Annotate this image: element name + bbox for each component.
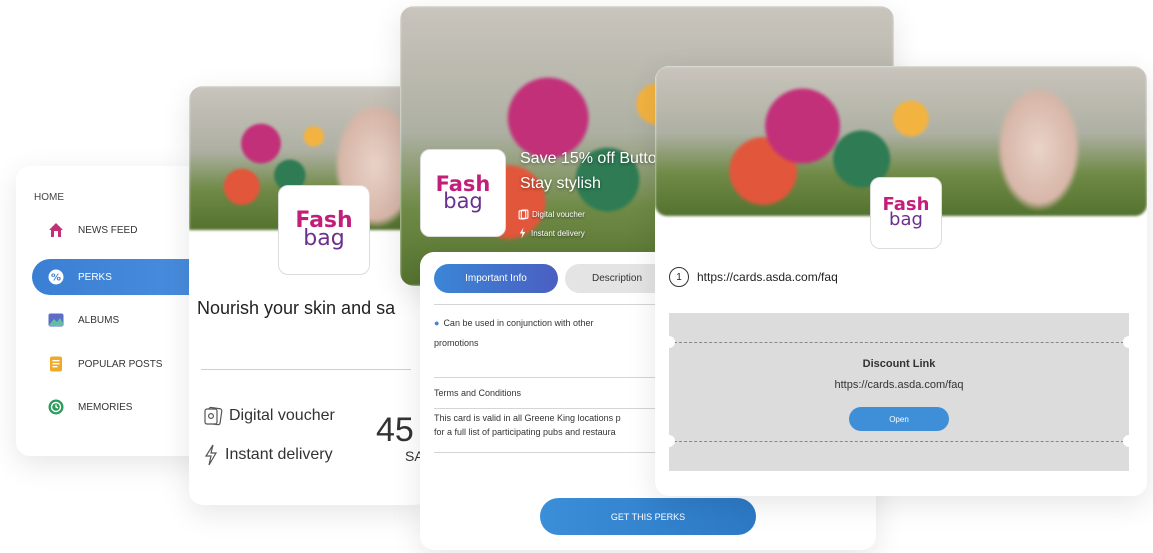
sidebar-menu: HOME NEWS FEED % PERKS ALBUMS POPULAR PO… xyxy=(16,166,206,456)
tab-description[interactable]: Description xyxy=(565,264,669,293)
svg-text:%: % xyxy=(51,273,61,284)
ticket-notch xyxy=(1123,336,1135,348)
info-bullet: ● Can be used in conjunction with other xyxy=(434,318,594,328)
feature-digital-voucher: Digital voucher xyxy=(203,406,335,426)
ticket-notch xyxy=(1123,435,1135,447)
step-url[interactable]: https://cards.asda.com/faq xyxy=(697,270,838,284)
sidebar-item-label: MEMORIES xyxy=(78,401,133,413)
step-link-row: 1 https://cards.asda.com/faq xyxy=(669,267,838,287)
perk-title: Nourish your skin and sa xyxy=(197,298,396,318)
terms-text-line2: for a full list of participating pubs an… xyxy=(434,427,616,437)
home-heading: HOME xyxy=(34,192,64,203)
divider xyxy=(201,369,411,370)
bullet-icon: ● xyxy=(434,318,440,328)
sidebar-item-label: NEWS FEED xyxy=(78,224,138,236)
perk-card-left[interactable]: Fash bag Nourish your skin and sa Digita… xyxy=(189,86,429,505)
sidebar-item-albums[interactable]: ALBUMS xyxy=(32,302,206,338)
info-bullet-continued: promotions xyxy=(434,338,479,348)
get-perks-button[interactable]: GET THIS PERKS xyxy=(540,498,756,535)
voucher-icon xyxy=(518,209,529,220)
tab-important-info[interactable]: Important Info xyxy=(434,264,558,293)
lightning-icon xyxy=(204,444,218,466)
sidebar-item-memories[interactable]: MEMORIES xyxy=(32,389,206,425)
voucher-icon xyxy=(204,406,223,426)
lightning-icon xyxy=(519,227,526,239)
ticket-notch xyxy=(663,336,675,348)
price-value: 45 xyxy=(376,411,414,449)
divider xyxy=(434,304,674,305)
ticket-notch xyxy=(663,435,675,447)
sidebar-item-label: PERKS xyxy=(78,271,112,283)
open-button[interactable]: Open xyxy=(849,407,949,431)
document-icon xyxy=(48,356,64,372)
brand-logo: Fash bag xyxy=(870,177,942,249)
dashed-divider xyxy=(669,441,1129,442)
perk-subheadline: Stay stylish xyxy=(520,175,601,192)
sidebar-item-label: POPULAR POSTS xyxy=(78,358,163,370)
clock-icon xyxy=(48,399,64,415)
home-icon xyxy=(48,222,64,238)
discount-url: https://cards.asda.com/faq xyxy=(834,379,964,391)
feature-instant-delivery: Instant delivery xyxy=(203,444,333,466)
perk-headline: Save 15% off Butto xyxy=(520,150,657,167)
discount-title: Discount Link xyxy=(862,358,936,370)
step-number: 1 xyxy=(669,267,689,287)
sidebar-item-news-feed[interactable]: NEWS FEED xyxy=(32,212,206,248)
divider xyxy=(434,377,674,378)
brand-logo: Fash bag xyxy=(278,185,370,275)
feature-digital-voucher: Digital voucher xyxy=(518,209,585,220)
discount-ticket: Discount Link https://cards.asda.com/faq… xyxy=(663,313,1135,471)
feature-instant-delivery: Instant delivery xyxy=(518,227,585,239)
perk-redeem-card: Fash bag 1 https://cards.asda.com/faq Di… xyxy=(655,66,1147,496)
sidebar-item-label: ALBUMS xyxy=(78,314,120,326)
brand-logo: Fash bag xyxy=(420,149,506,237)
sidebar-item-perks[interactable]: % PERKS xyxy=(32,259,206,295)
divider xyxy=(434,452,674,453)
percent-icon: % xyxy=(48,269,64,285)
terms-title: Terms and Conditions xyxy=(434,388,522,398)
image-icon xyxy=(48,312,64,328)
sidebar-item-popular-posts[interactable]: POPULAR POSTS xyxy=(32,346,206,382)
dashed-divider xyxy=(669,342,1129,343)
